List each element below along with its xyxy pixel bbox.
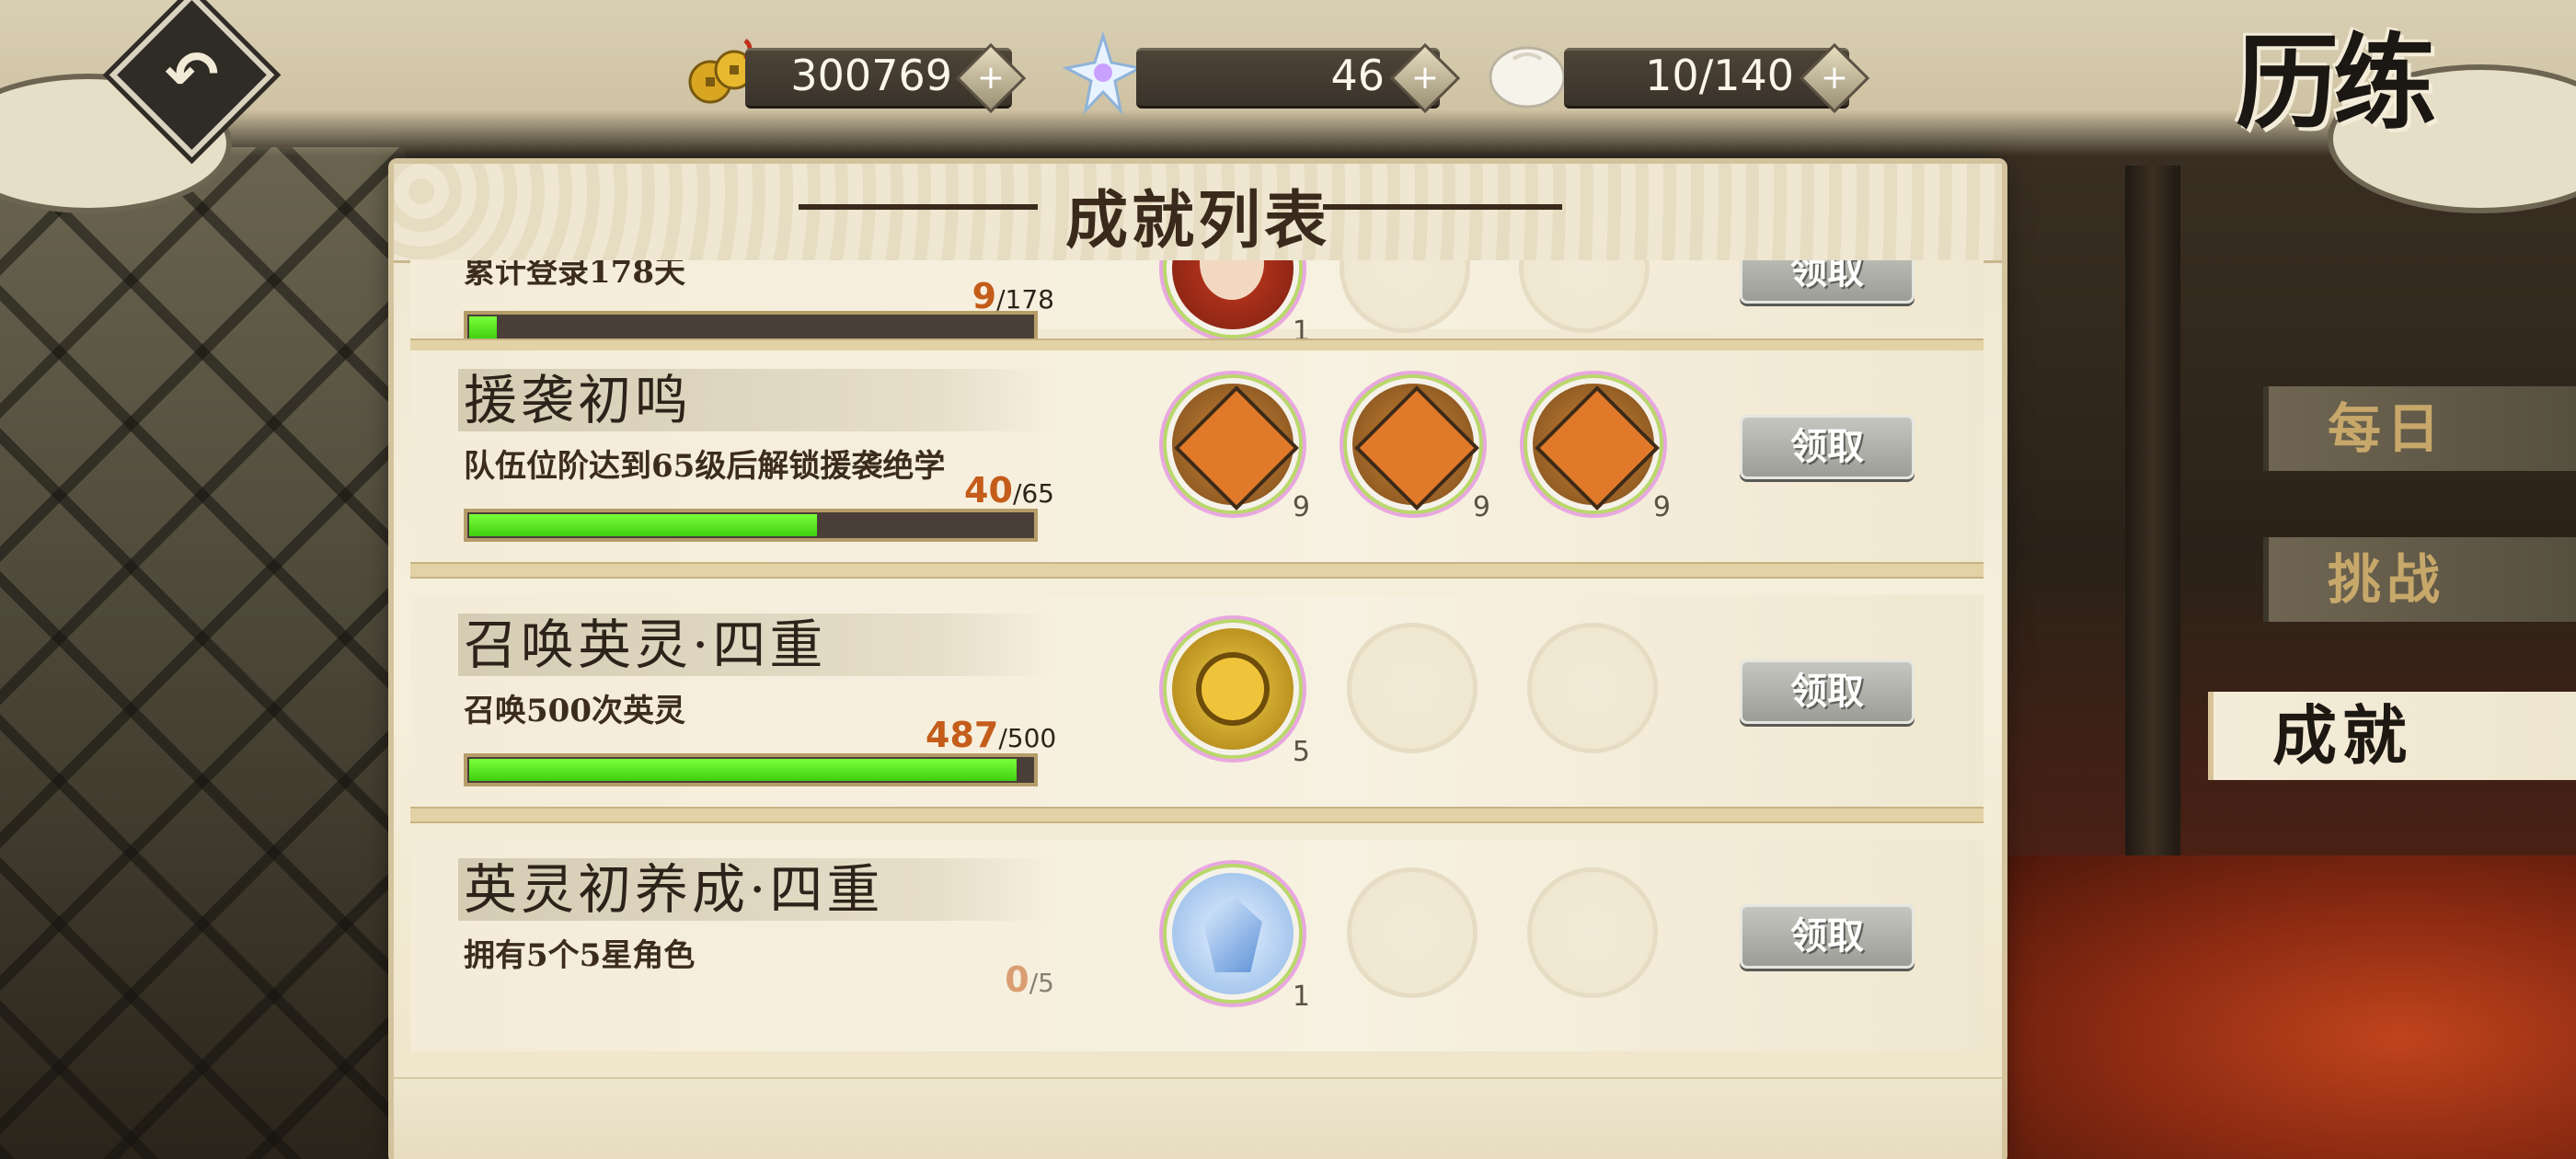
panel-footer [394, 1077, 2002, 1159]
back-arrow-icon: ↶ [165, 37, 219, 112]
character-portrait-icon [1200, 260, 1264, 300]
reward-slot-empty [1347, 867, 1478, 998]
crystal-value: 46 [1330, 51, 1385, 100]
achievement-name: 英灵初养成·四重 [458, 858, 1052, 921]
progress-fill [469, 514, 817, 536]
background-lattice-window [0, 147, 405, 1159]
gold-compass-icon [1196, 652, 1270, 726]
progress-fill [469, 316, 497, 339]
resource-stamina: 10/140 + [1486, 42, 1872, 114]
claim-button[interactable]: 领取 [1740, 415, 1915, 479]
resource-coin: 300769 + [681, 39, 1030, 114]
tab-achievement[interactable]: 成就 [2208, 692, 2576, 780]
background-pillar [2125, 166, 2180, 865]
achievement-panel: 成就列表 累计登录178天 9/178 1 领取 援袭初鸣 队伍位阶达到65级后… [394, 164, 2002, 1159]
achievement-desc: 召唤500次英灵 [464, 693, 685, 729]
blue-crystal-icon [1203, 895, 1262, 972]
achievement-name: 召唤英灵·四重 [458, 614, 1052, 676]
row-divider [410, 807, 1984, 823]
reward-slot-empty [1527, 623, 1658, 753]
progress-bar [464, 509, 1038, 542]
reward-slot[interactable]: 9 [1347, 378, 1490, 523]
achievement-desc: 累计登录178天 [464, 260, 685, 291]
reward-slot[interactable]: 9 [1167, 378, 1310, 523]
tab-challenge[interactable]: 挑战 [2263, 537, 2576, 622]
achievement-progress-text: 0/5 [1005, 959, 1054, 1000]
reward-slot[interactable]: 5 [1167, 623, 1310, 768]
reward-slot[interactable]: 9 [1527, 378, 1671, 523]
page-title: 历练 [2236, 23, 2436, 143]
achievement-desc: 拥有5个5星角色 [464, 937, 696, 974]
achievement-row: 召唤英灵·四重 召唤500次英灵 487/500 5 领取 [410, 595, 1984, 823]
claim-button[interactable]: 领取 [1740, 660, 1915, 724]
panel-header: 成就列表 [394, 164, 2002, 263]
tab-daily[interactable]: 每日 [2263, 386, 2576, 471]
resource-crystal: 46 + [1058, 31, 1463, 114]
panel-title: 成就列表 [1064, 184, 1330, 258]
achievement-row: 援袭初鸣 队伍位阶达到65级后解锁援袭绝学 40/65 9 9 9 领取 [410, 350, 1984, 579]
background-carpet [1987, 855, 2576, 1159]
achievement-list[interactable]: 累计登录178天 9/178 1 领取 援袭初鸣 队伍位阶达到65级后解锁援袭绝… [410, 260, 1984, 1079]
stamina-value: 10/140 [1645, 51, 1794, 100]
achievement-row: 累计登录178天 9/178 1 领取 [410, 260, 1984, 355]
crystal-star-icon [1062, 31, 1144, 114]
achievement-desc: 队伍位阶达到65级后解锁援袭绝学 [464, 448, 946, 485]
bun-icon [1489, 46, 1566, 109]
achievement-row: 英灵初养成·四重 拥有5个5星角色 0/5 1 领取 [410, 840, 1984, 1061]
row-divider [410, 562, 1984, 579]
achievement-progress-text: 487/500 [926, 715, 1057, 755]
progress-bar [464, 753, 1038, 786]
achievement-name: 援袭初鸣 [458, 369, 1052, 431]
reward-slot-empty [1527, 867, 1658, 998]
claim-button[interactable]: 领取 [1740, 260, 1915, 304]
reward-slot[interactable]: 1 [1167, 867, 1310, 1013]
coin-value: 300769 [790, 51, 952, 100]
achievement-progress-text: 40/65 [964, 470, 1054, 511]
reward-slot-empty [1347, 623, 1478, 753]
claim-button[interactable]: 领取 [1740, 904, 1915, 969]
progress-fill [469, 759, 1017, 781]
